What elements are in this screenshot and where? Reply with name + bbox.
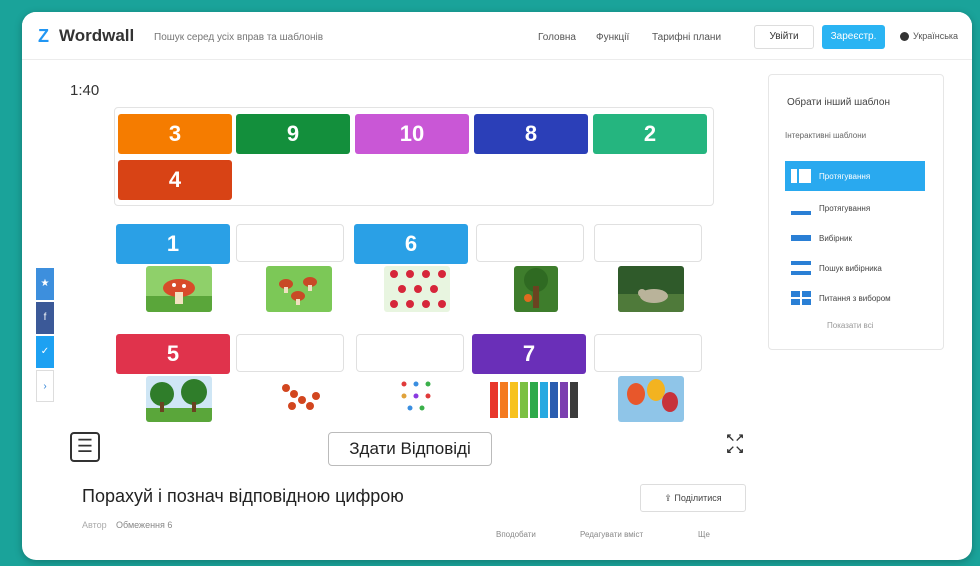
template-label: Питання з вибором	[819, 293, 891, 303]
placed-tile[interactable]: 7	[472, 334, 586, 374]
mushrooms-picture	[266, 266, 332, 312]
author-name[interactable]: Обмеження 6	[116, 520, 172, 530]
nav-pricing[interactable]: Тарифні плани	[652, 32, 721, 43]
share-sidebar: ★ f ✓ ›	[36, 268, 54, 404]
template-item[interactable]: Вибірник	[785, 223, 925, 253]
template-item[interactable]: Питання з вибором	[785, 283, 925, 313]
twitter-icon[interactable]: ✓	[36, 336, 54, 368]
drop-slot[interactable]	[356, 334, 464, 372]
answer-tile[interactable]: 9	[236, 114, 350, 154]
template-label: Пошук вибірника	[819, 263, 882, 273]
balloons-picture	[618, 376, 684, 422]
answer-tile[interactable]: 4	[118, 160, 232, 200]
nav-features[interactable]: Функції	[596, 32, 629, 43]
like-link[interactable]: Вподобати	[496, 530, 536, 539]
placed-tile[interactable]: 5	[116, 334, 230, 374]
edit-content-link[interactable]: Редагувати вміст	[580, 530, 643, 539]
fullscreen-icon[interactable]: ↖↗ ↙↘	[720, 432, 750, 462]
show-all-link[interactable]: Показати всі	[827, 321, 873, 330]
answer-tile[interactable]: 3	[118, 114, 232, 154]
language-label: Українська	[913, 31, 959, 41]
trees-picture	[146, 376, 212, 422]
template-icon	[789, 289, 813, 307]
bookmark-icon[interactable]: ★	[36, 268, 54, 300]
template-item[interactable]: Пошук вибірника	[785, 253, 925, 283]
placed-tile[interactable]: 1	[116, 224, 230, 264]
fox-tree-picture	[514, 266, 558, 312]
share-label: Поділитися	[674, 493, 722, 503]
template-label: Вибірник	[819, 233, 852, 243]
forest-animal-picture	[618, 266, 684, 312]
berries-picture	[384, 266, 450, 312]
panel-subtitle: Інтерактивні шаблони	[785, 131, 867, 140]
expand-icon[interactable]: ›	[36, 370, 54, 402]
answer-tile[interactable]: 2	[593, 114, 707, 154]
template-icon	[789, 259, 813, 277]
drop-slot[interactable]	[236, 224, 344, 262]
search-input[interactable]	[150, 26, 330, 48]
template-label: Протягування	[819, 203, 871, 213]
answer-bank: 3 9 10 8 2 4	[114, 107, 714, 206]
pencils-picture	[486, 376, 582, 422]
globe-icon	[900, 31, 909, 41]
answer-tile[interactable]: 10	[355, 114, 469, 154]
drop-slot[interactable]	[236, 334, 344, 372]
submit-answers-button[interactable]: Здати Відповіді	[328, 432, 492, 466]
nav-home[interactable]: Головна	[538, 32, 576, 43]
activity-title: Порахуй і познач відповідною цифрою	[82, 486, 404, 506]
language-selector[interactable]: Українська	[900, 31, 958, 41]
mushroom-picture	[146, 266, 212, 312]
template-item[interactable]: Протягування	[785, 193, 925, 223]
timer: 1:40	[70, 82, 100, 99]
drop-slot[interactable]	[476, 224, 584, 262]
share-button[interactable]: ⇪ Поділитися	[640, 484, 746, 512]
template-icon	[789, 167, 813, 185]
wordwall-window: Z Wordwall Головна Функції Тарифні плани…	[22, 12, 972, 560]
author-label: Автор	[82, 520, 107, 530]
template-label: Протягування	[819, 171, 871, 181]
answer-tile[interactable]: 8	[474, 114, 588, 154]
top-header: Z Wordwall Головна Функції Тарифні плани…	[22, 12, 972, 60]
template-icon	[789, 199, 813, 217]
logo-text: Wordwall	[59, 26, 135, 45]
template-icon	[789, 229, 813, 247]
drop-slot[interactable]	[594, 224, 702, 262]
signup-button[interactable]: Зареєстр.	[822, 25, 885, 49]
wordwall-logo[interactable]: Z Wordwall	[38, 26, 134, 46]
placed-tile[interactable]: 6	[354, 224, 468, 264]
template-panel: Обрати інший шаблон Інтерактивні шаблони…	[768, 74, 944, 350]
share-icon: ⇪	[664, 493, 675, 503]
panel-title: Обрати інший шаблон	[787, 97, 890, 108]
template-item[interactable]: Протягування	[785, 161, 925, 191]
more-link[interactable]: Ще	[698, 530, 710, 539]
dots-picture	[394, 376, 438, 422]
drop-slot[interactable]	[594, 334, 702, 372]
facebook-icon[interactable]: f	[36, 302, 54, 334]
logo-icon: Z	[38, 26, 49, 46]
menu-icon[interactable]: ☰	[70, 432, 100, 462]
login-button[interactable]: Увійти	[754, 25, 814, 49]
rowan-berries-picture	[266, 376, 332, 422]
